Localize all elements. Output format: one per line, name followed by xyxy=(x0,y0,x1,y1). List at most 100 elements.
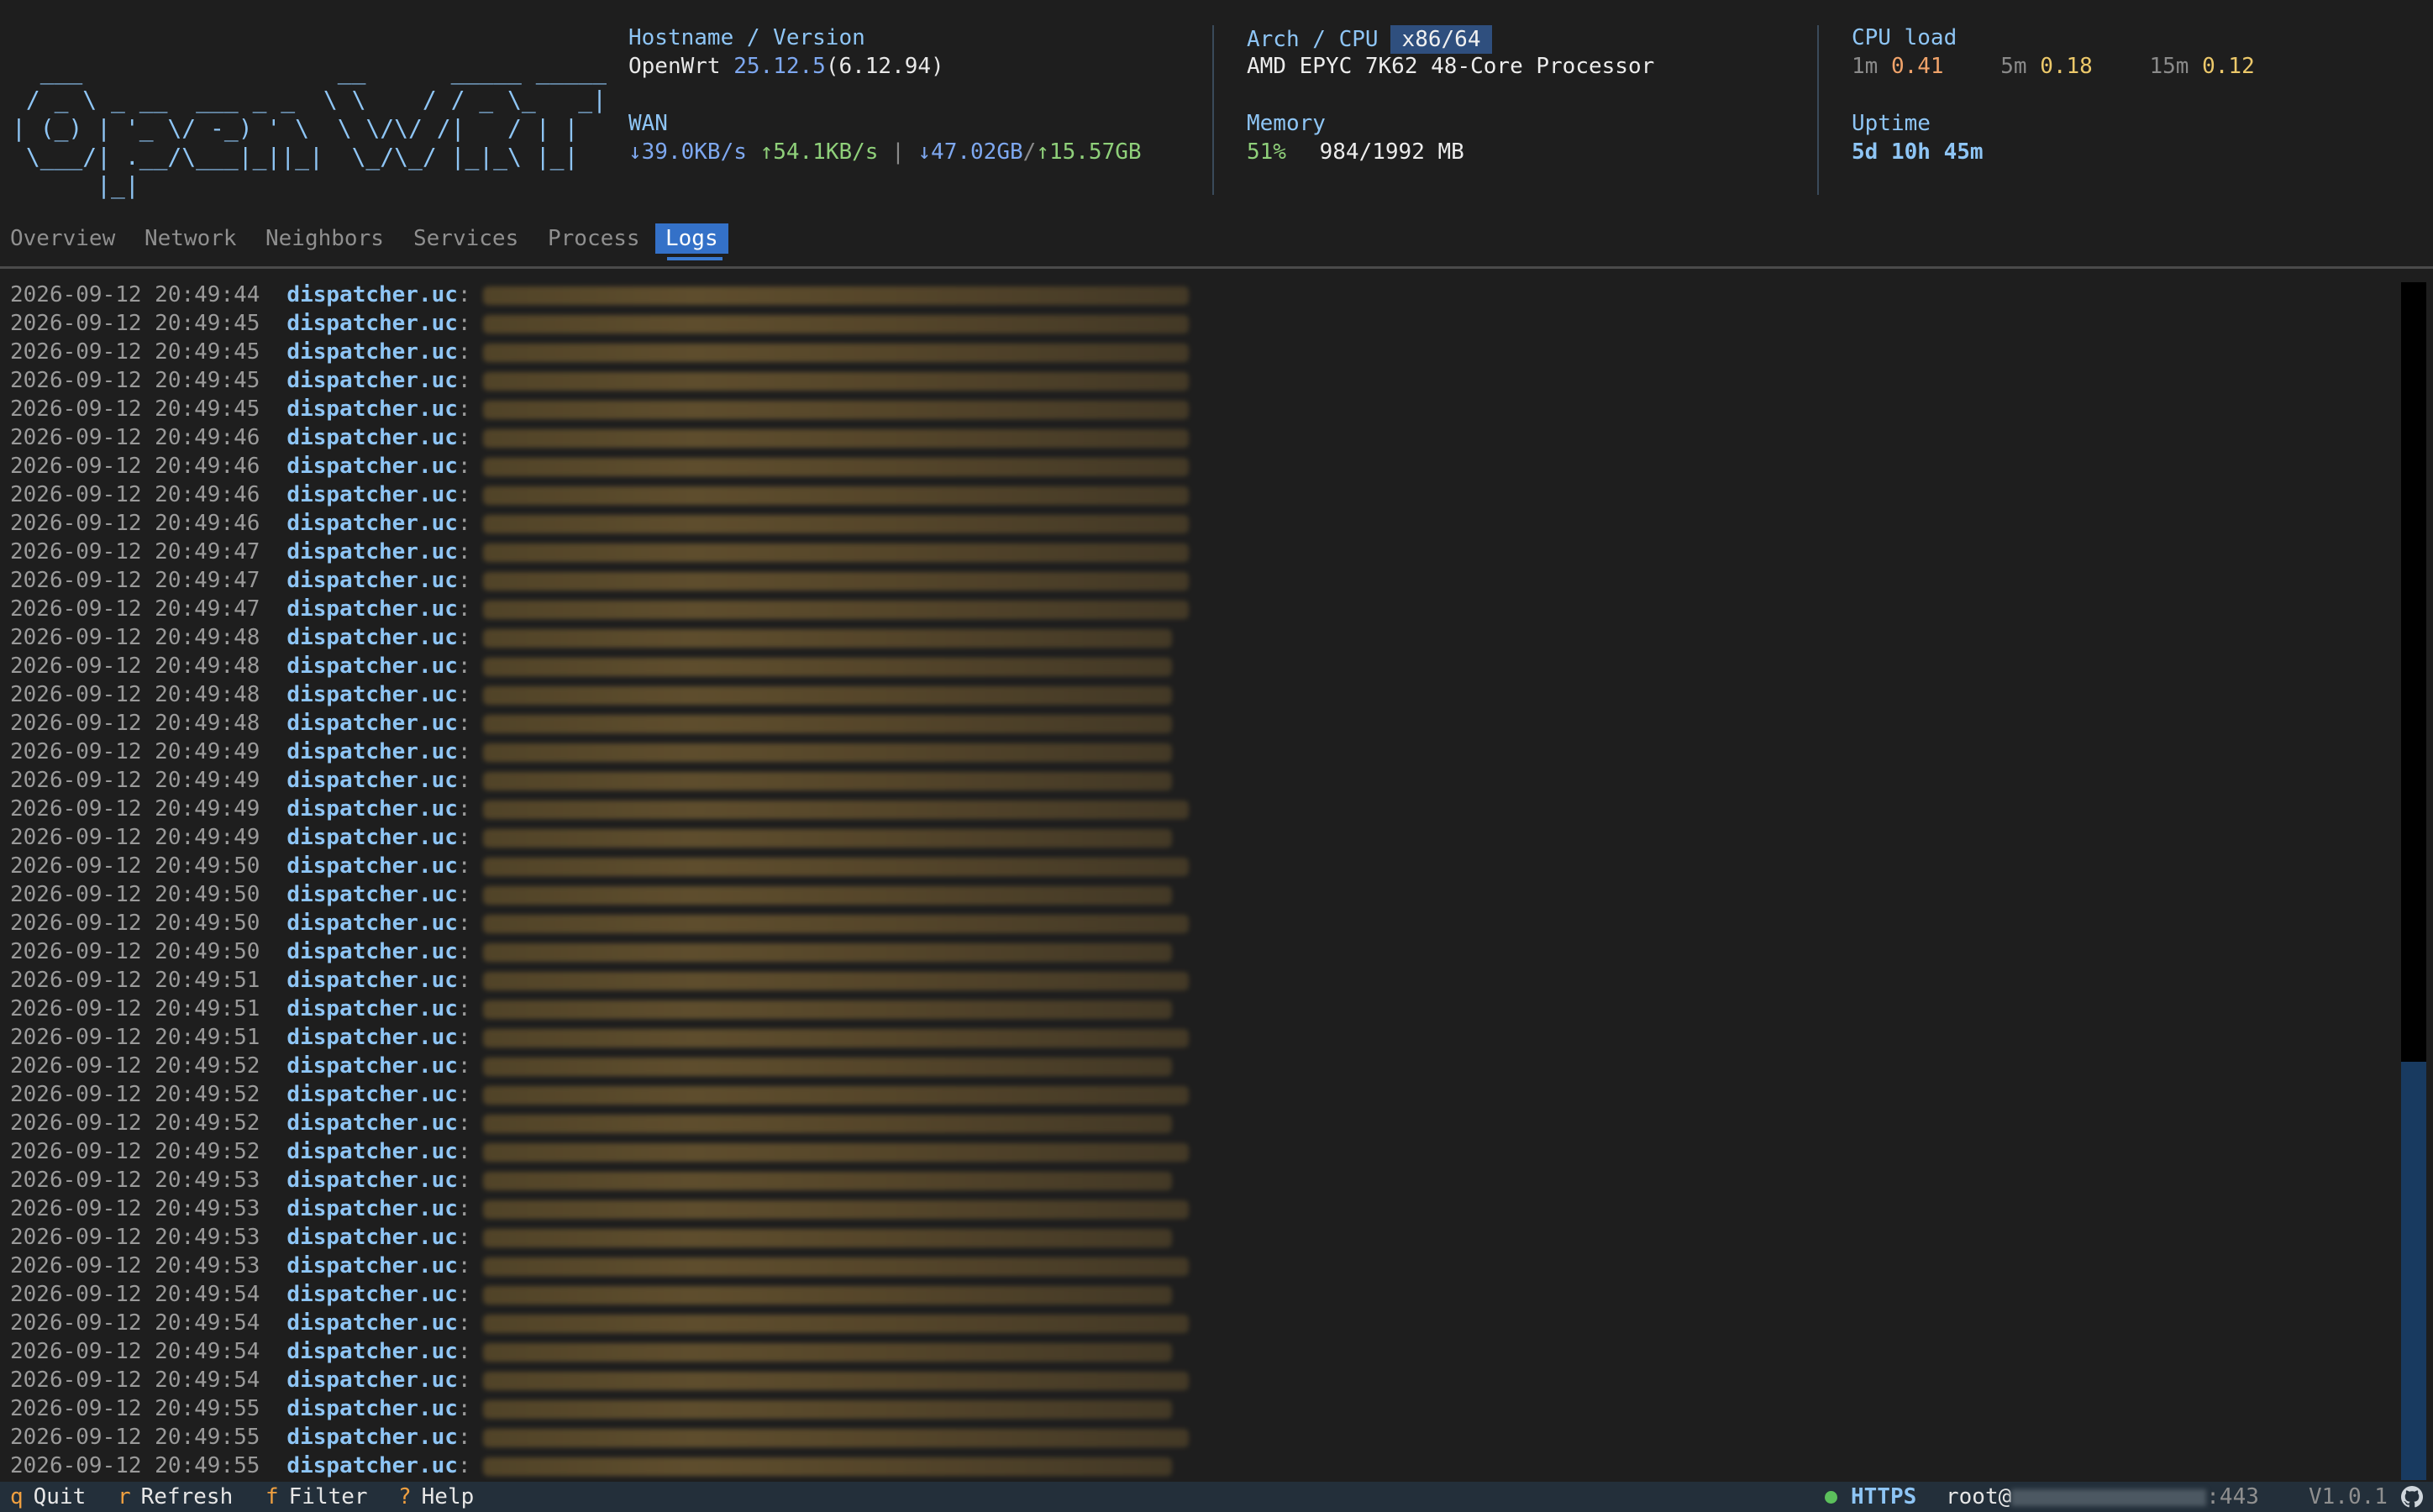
scrollbar-thumb[interactable] xyxy=(2401,1062,2426,1480)
log-source: dispatcher.uc xyxy=(286,825,458,850)
tab-network[interactable]: Network xyxy=(145,223,237,254)
arch-memory-panel: Arch / CPU x86/64 AMD EPYC 7K62 48-Core P… xyxy=(1247,0,1801,202)
log-timestamp: 2026-09-12 20:49:47 xyxy=(10,596,260,622)
log-source: dispatcher.uc xyxy=(286,739,458,764)
tab-neighbors[interactable]: Neighbors xyxy=(265,223,384,254)
log-source: dispatcher.uc xyxy=(286,1053,458,1079)
log-source: dispatcher.uc xyxy=(286,1282,458,1307)
tab-process[interactable]: Process xyxy=(548,223,640,254)
redacted-log-message xyxy=(482,942,1172,962)
cpu-model: AMD EPYC 7K62 48-Core Processor xyxy=(1247,54,1655,79)
redacted-log-message xyxy=(482,1200,1189,1219)
log-row: 2026-09-12 20:49:47 dispatcher.uc: xyxy=(10,595,1189,623)
redacted-host xyxy=(2011,1488,2207,1506)
hostname-wan-panel: Hostname / Version OpenWrt 25.12.5(6.12.… xyxy=(628,0,1200,202)
log-separator: : xyxy=(457,882,471,907)
hostname-version-value: OpenWrt 25.12.5(6.12.94) xyxy=(628,54,944,79)
help-shortcut[interactable]: ? Help xyxy=(398,1482,474,1512)
header-divider xyxy=(1817,25,1819,195)
log-separator: : xyxy=(457,454,471,479)
tab-logs[interactable]: Logs xyxy=(655,223,728,254)
refresh-shortcut[interactable]: r Refresh xyxy=(118,1482,233,1512)
wan-up-rate: ↑54.1KB/s xyxy=(759,139,879,165)
log-row: 2026-09-12 20:49:46 dispatcher.uc: xyxy=(10,480,1189,509)
log-separator: : xyxy=(457,1253,471,1278)
filter-shortcut[interactable]: f Filter xyxy=(265,1482,368,1512)
github-icon[interactable] xyxy=(2401,1486,2423,1508)
log-separator: : xyxy=(457,1425,471,1450)
connection-target: root@:443 xyxy=(1946,1482,2259,1512)
log-row: 2026-09-12 20:49:52 dispatcher.uc: xyxy=(10,1080,1189,1109)
log-row: 2026-09-12 20:49:45 dispatcher.uc: xyxy=(10,395,1189,423)
tab-services[interactable]: Services xyxy=(413,223,518,254)
log-separator: : xyxy=(457,968,471,993)
log-row: 2026-09-12 20:49:53 dispatcher.uc: xyxy=(10,1223,1172,1252)
openwrt-ascii-logo: ___ __ _____ _____ / _ \ _ __ ___ _ _ \ … xyxy=(12,57,607,199)
log-source: dispatcher.uc xyxy=(286,311,458,336)
redacted-log-message xyxy=(482,714,1172,733)
redacted-log-message xyxy=(482,743,1172,762)
log-timestamp: 2026-09-12 20:49:53 xyxy=(10,1225,260,1250)
redacted-log-message xyxy=(482,1428,1189,1447)
redacted-log-message xyxy=(482,771,1172,790)
log-timestamp: 2026-09-12 20:49:49 xyxy=(10,739,260,764)
redacted-log-message xyxy=(482,1028,1189,1047)
redacted-log-message xyxy=(482,428,1189,448)
redacted-log-message xyxy=(482,1371,1189,1390)
filter-key: f xyxy=(265,1484,279,1509)
redacted-log-message xyxy=(482,971,1189,990)
log-row: 2026-09-12 20:49:51 dispatcher.uc: xyxy=(10,966,1189,995)
log-timestamp: 2026-09-12 20:49:50 xyxy=(10,853,260,879)
log-source: dispatcher.uc xyxy=(286,882,458,907)
redacted-log-message xyxy=(482,514,1189,533)
log-separator: : xyxy=(457,425,471,450)
uptime-value: 5d 10h 45m xyxy=(1852,139,1984,165)
log-source: dispatcher.uc xyxy=(286,796,458,822)
log-timestamp: 2026-09-12 20:49:44 xyxy=(10,282,260,307)
load-1m-label: 1m xyxy=(1852,54,1879,79)
log-separator: : xyxy=(457,1139,471,1164)
log-scrollbar[interactable] xyxy=(2401,282,2426,1480)
log-list[interactable]: 2026-09-12 20:49:44 dispatcher.uc: 2026-09… xyxy=(0,281,2394,1482)
log-timestamp: 2026-09-12 20:49:54 xyxy=(10,1310,260,1336)
log-timestamp: 2026-09-12 20:49:48 xyxy=(10,682,260,707)
log-separator: : xyxy=(457,1282,471,1307)
redacted-log-message xyxy=(482,685,1172,705)
redacted-log-message xyxy=(482,1342,1172,1362)
cpu-load-values: 1m 0.41 5m 0.18 15m 0.12 xyxy=(1852,54,2255,79)
log-separator: : xyxy=(457,768,471,793)
arch-cpu-label: Arch / CPU x86/64 xyxy=(1247,25,1493,54)
log-timestamp: 2026-09-12 20:49:53 xyxy=(10,1168,260,1193)
tab-overview[interactable]: Overview xyxy=(10,223,115,254)
log-row: 2026-09-12 20:49:49 dispatcher.uc: xyxy=(10,795,1189,823)
log-separator: : xyxy=(457,1368,471,1393)
filter-label: Filter xyxy=(288,1484,368,1509)
log-timestamp: 2026-09-12 20:49:46 xyxy=(10,511,260,536)
redacted-log-message xyxy=(482,1314,1189,1333)
redacted-log-message xyxy=(482,1285,1172,1305)
log-row: 2026-09-12 20:49:55 dispatcher.uc: xyxy=(10,1394,1172,1423)
wan-up-total: ↑15.57GB xyxy=(1036,139,1142,165)
kernel-version: (6.12.94) xyxy=(825,54,944,79)
log-source: dispatcher.uc xyxy=(286,368,458,393)
help-label: Help xyxy=(421,1484,475,1509)
quit-shortcut[interactable]: q Quit xyxy=(10,1482,86,1512)
log-source: dispatcher.uc xyxy=(286,1025,458,1050)
log-separator: : xyxy=(457,1025,471,1050)
help-key: ? xyxy=(398,1484,412,1509)
log-source: dispatcher.uc xyxy=(286,596,458,622)
log-row: 2026-09-12 20:49:46 dispatcher.uc: xyxy=(10,452,1189,480)
log-separator: : xyxy=(457,311,471,336)
log-separator: : xyxy=(457,739,471,764)
log-separator: : xyxy=(457,654,471,679)
redacted-log-message xyxy=(482,371,1189,391)
log-source: dispatcher.uc xyxy=(286,1396,458,1421)
log-separator: : xyxy=(457,482,471,507)
log-source: dispatcher.uc xyxy=(286,853,458,879)
log-row: 2026-09-12 20:49:45 dispatcher.uc: xyxy=(10,309,1189,338)
log-row: 2026-09-12 20:49:51 dispatcher.uc: xyxy=(10,995,1172,1023)
log-timestamp: 2026-09-12 20:49:48 xyxy=(10,711,260,736)
hostname-label: Hostname / Version xyxy=(628,25,865,50)
tab-bar: Overview Network Neighbors Services Proc… xyxy=(0,223,2433,260)
log-timestamp: 2026-09-12 20:49:54 xyxy=(10,1282,260,1307)
